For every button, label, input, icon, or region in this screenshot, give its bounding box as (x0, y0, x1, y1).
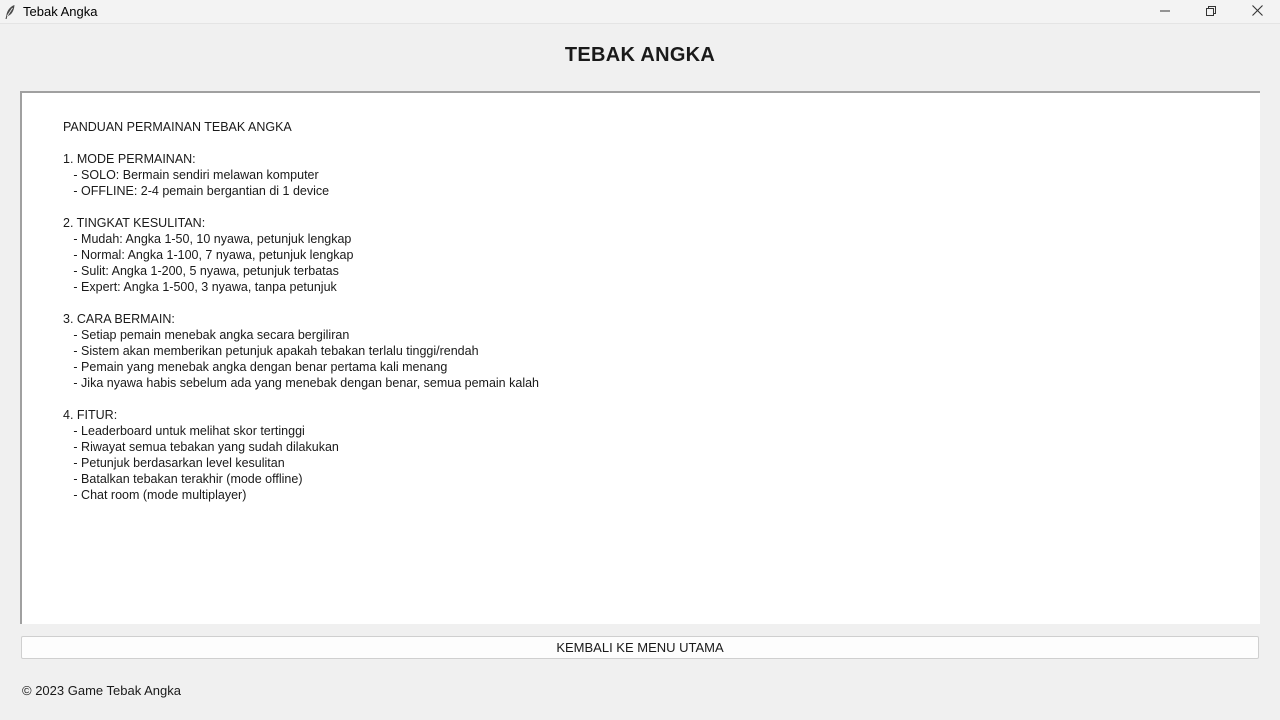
restore-icon (1206, 3, 1216, 21)
guide-line: - Normal: Angka 1-100, 7 nyawa, petunjuk… (63, 248, 354, 262)
maximize-button[interactable] (1188, 0, 1234, 24)
guide-line: - Riwayat semua tebakan yang sudah dilak… (63, 440, 339, 454)
guide-line: - SOLO: Bermain sendiri melawan komputer (63, 168, 319, 182)
guide-line: 4. FITUR: (63, 408, 118, 422)
guide-line (63, 295, 539, 311)
minimize-icon (1160, 3, 1170, 21)
copyright-footer: © 2023 Game Tebak Angka (22, 683, 181, 698)
guide-line (63, 135, 539, 151)
window-controls (1142, 0, 1280, 24)
guide-line: - Sulit: Angka 1-200, 5 nyawa, petunjuk … (63, 264, 339, 278)
close-icon (1251, 3, 1263, 21)
guide-line: - Pemain yang menebak angka dengan benar… (63, 360, 448, 374)
guide-line (63, 199, 539, 215)
guide-text: PANDUAN PERMAINAN TEBAK ANGKA 1. MODE PER… (63, 119, 539, 503)
guide-line: - Chat room (mode multiplayer) (63, 488, 247, 502)
window-title: Tebak Angka (23, 4, 98, 19)
guide-line: - Sistem akan memberikan petunjuk apakah… (63, 344, 479, 358)
guide-line: - Petunjuk berdasarkan level kesulitan (63, 456, 285, 470)
minimize-button[interactable] (1142, 0, 1188, 24)
back-to-menu-button[interactable]: KEMBALI KE MENU UTAMA (21, 636, 1259, 659)
guide-line: - Mudah: Angka 1-50, 10 nyawa, petunjuk … (63, 232, 352, 246)
guide-line: - Leaderboard untuk melihat skor terting… (63, 424, 305, 438)
guide-line: - Jika nyawa habis sebelum ada yang mene… (63, 376, 539, 390)
app-window: Tebak Angka TEBAK ANGKA PANDUAN PERMAINA… (0, 0, 1280, 720)
guide-line: - Expert: Angka 1-500, 3 nyawa, tanpa pe… (63, 280, 337, 294)
guide-text-area[interactable]: PANDUAN PERMAINAN TEBAK ANGKA 1. MODE PER… (20, 91, 1260, 624)
guide-line: PANDUAN PERMAINAN TEBAK ANGKA (63, 120, 292, 134)
guide-line: - Batalkan tebakan terakhir (mode offlin… (63, 472, 303, 486)
guide-line: - OFFLINE: 2-4 pemain bergantian di 1 de… (63, 184, 330, 198)
guide-line: 3. CARA BERMAIN: (63, 312, 175, 326)
title-bar[interactable]: Tebak Angka (0, 0, 1280, 24)
close-button[interactable] (1234, 0, 1280, 24)
guide-line: 2. TINGKAT KESULITAN: (63, 216, 206, 230)
guide-line: - Setiap pemain menebak angka secara ber… (63, 328, 350, 342)
page-title: TEBAK ANGKA (564, 44, 716, 66)
guide-line: 1. MODE PERMAINAN: (63, 152, 196, 166)
guide-line (63, 391, 539, 407)
feather-icon (4, 4, 16, 20)
